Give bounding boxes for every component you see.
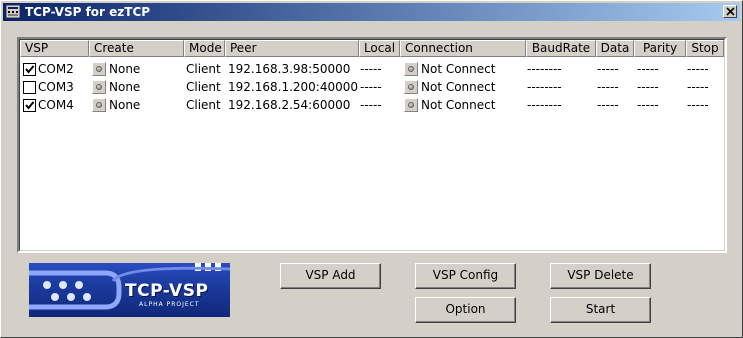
connection-value: Not Connect [421,62,496,76]
create-status-icon[interactable] [92,62,106,76]
window-title: TCP-VSP for ezTCP [25,5,151,19]
tcp-vsp-logo: TCP-VSP ALPHA PROJECT [29,263,230,317]
parity-value: ----- [637,80,659,94]
create-status-icon[interactable] [92,80,106,94]
create-value: None [109,80,141,94]
logo-title: TCP-VSP [125,281,209,301]
check-icon [25,65,35,74]
title-bar[interactable]: TCP-VSP for ezTCP [3,3,740,21]
connection-value: Not Connect [421,98,496,112]
baudrate-value: -------- [527,80,562,94]
vsp-delete-button[interactable]: VSP Delete [550,263,651,289]
column-header-parity[interactable]: Parity [634,40,686,57]
row-checkbox[interactable] [23,99,36,112]
baudrate-value: -------- [527,62,562,76]
vsp-config-button[interactable]: VSP Config [415,263,516,289]
row-checkbox[interactable] [23,81,36,94]
column-header-mode[interactable]: Mode [184,40,225,57]
create-value: None [109,62,141,76]
column-header-baudrate[interactable]: BaudRate [526,40,596,57]
vsp-add-button[interactable]: VSP Add [280,263,381,289]
create-value: None [109,98,141,112]
check-icon [25,101,35,110]
column-header-create[interactable]: Create [89,40,184,57]
close-button[interactable] [723,5,737,18]
main-window: TCP-VSP for ezTCP VSP Create Mode Peer L… [0,0,743,338]
data-value: ----- [597,98,619,112]
row-checkbox[interactable] [23,63,36,76]
table-row[interactable]: COM2 None Client 192.168.3.98:50000 ----… [20,60,724,78]
vsp-port: COM2 [38,62,74,76]
peer-value: 192.168.1.200:40000 [228,80,359,94]
peer-value: 192.168.2.54:60000 [228,98,351,112]
local-value: ----- [360,98,382,112]
local-value: ----- [360,62,382,76]
connection-status-icon[interactable] [404,80,418,94]
column-header-peer[interactable]: Peer [225,40,359,57]
vsp-list[interactable]: VSP Create Mode Peer Local Connection Ba… [17,37,727,253]
peer-value: 192.168.3.98:50000 [228,62,351,76]
column-header-connection[interactable]: Connection [400,40,526,57]
mode-value: Client [186,62,221,76]
column-header-local[interactable]: Local [359,40,400,57]
data-value: ----- [597,80,619,94]
connection-status-icon[interactable] [404,98,418,112]
table-row[interactable]: COM3 None Client 192.168.1.200:40000 ---… [20,78,724,96]
vsp-port: COM3 [38,80,74,94]
stop-value: ----- [687,80,709,94]
logo-subtitle: ALPHA PROJECT [139,301,200,308]
option-button[interactable]: Option [415,297,516,323]
parity-value: ----- [637,62,659,76]
table-row[interactable]: COM4 None Client 192.168.2.54:60000 ----… [20,96,724,114]
list-header: VSP Create Mode Peer Local Connection Ba… [20,40,724,57]
data-value: ----- [597,62,619,76]
start-button[interactable]: Start [550,297,651,323]
column-header-stop[interactable]: Stop [686,40,724,57]
column-header-vsp[interactable]: VSP [20,40,89,57]
connection-status-icon[interactable] [404,62,418,76]
column-header-data[interactable]: Data [596,40,634,57]
stop-value: ----- [687,98,709,112]
local-value: ----- [360,80,382,94]
close-icon [726,7,735,16]
connection-value: Not Connect [421,80,496,94]
mode-value: Client [186,80,221,94]
app-icon [6,5,20,18]
vsp-port: COM4 [38,98,74,112]
mode-value: Client [186,98,221,112]
stop-value: ----- [687,62,709,76]
create-status-icon[interactable] [92,98,106,112]
parity-value: ----- [637,98,659,112]
baudrate-value: -------- [527,98,562,112]
